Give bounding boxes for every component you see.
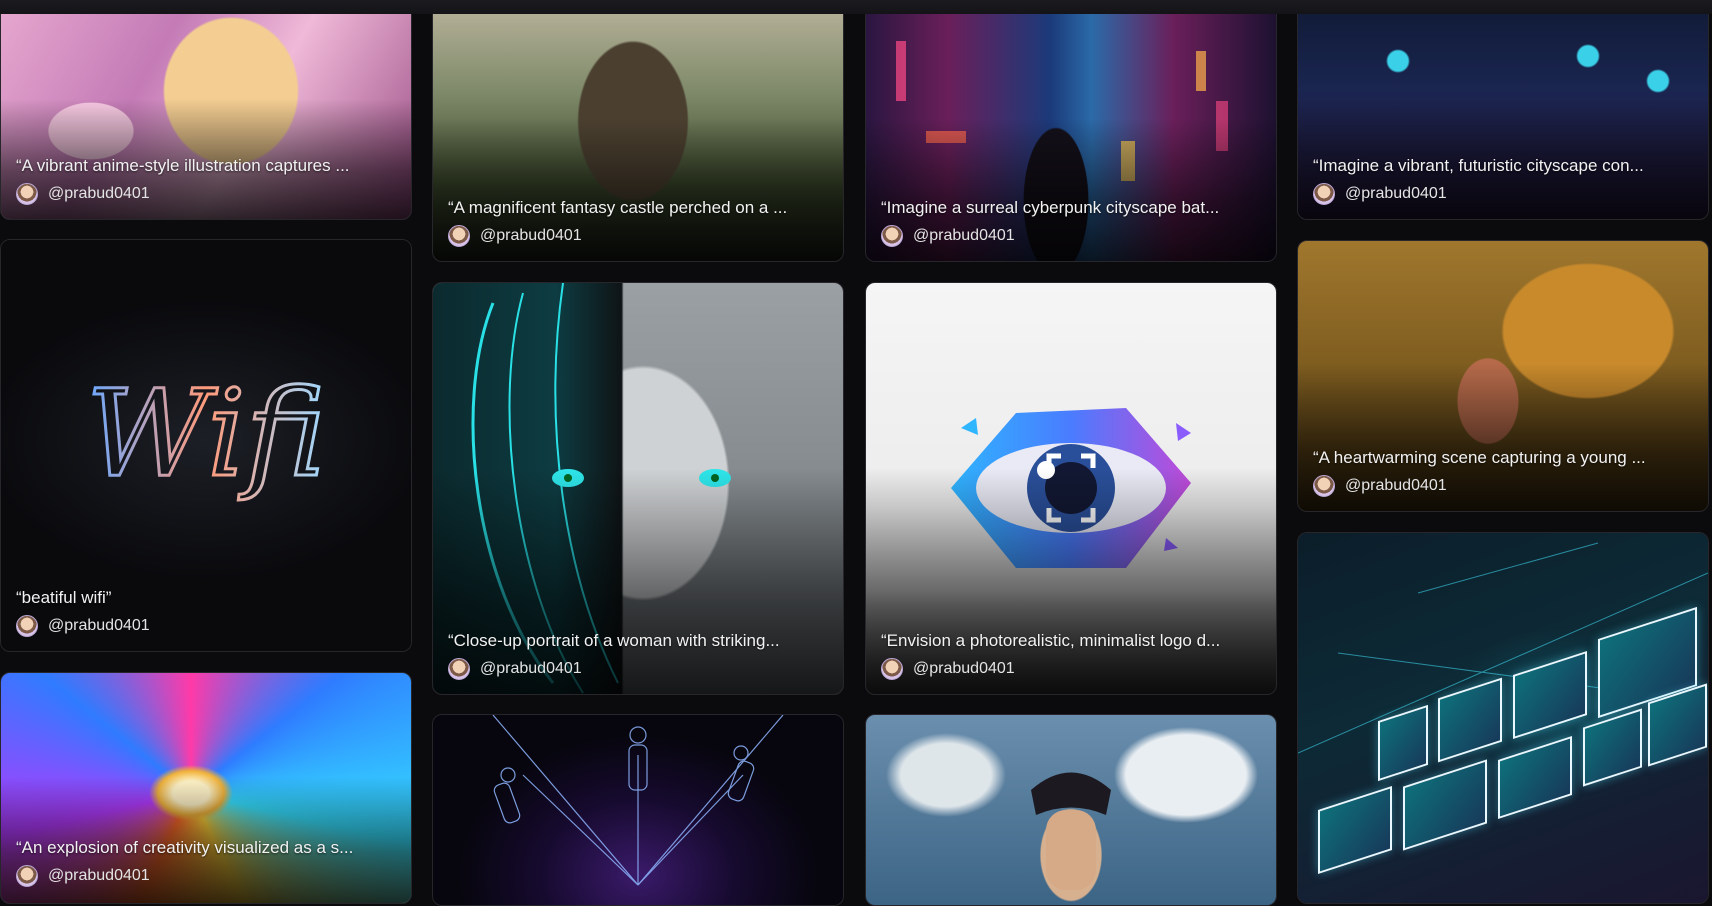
card-prompt: “Imagine a surreal cyberpunk cityscape b… (881, 198, 1220, 217)
card-prompt: “Close-up portrait of a woman with strik… (448, 631, 780, 650)
card-author[interactable]: @prabud0401 (16, 615, 399, 637)
card-prompt: “An explosion of creativity visualized a… (16, 838, 354, 857)
card-prompt: “beatiful wifi” (16, 588, 112, 607)
top-bar (0, 0, 1712, 14)
author-handle: @prabud0401 (1345, 477, 1447, 494)
card-image (866, 715, 1276, 905)
author-handle: @prabud0401 (480, 227, 582, 244)
gallery-card-explosion[interactable]: “An explosion of creativity visualized a… (0, 672, 412, 904)
avatar (448, 225, 470, 247)
card-author[interactable]: @prabud0401 (1313, 183, 1696, 205)
card-author[interactable]: @prabud0401 (16, 865, 399, 887)
author-handle: @prabud0401 (48, 185, 150, 202)
card-author[interactable]: @prabud0401 (881, 225, 1264, 247)
card-author[interactable]: @prabud0401 (16, 183, 399, 205)
gallery-card-anime[interactable]: “A vibrant anime-style illustration capt… (0, 0, 412, 220)
wireframe-figures-art (492, 715, 784, 886)
avatar (16, 183, 38, 205)
gallery-card-eye-logo[interactable]: “Envision a photorealistic, minimalist l… (865, 282, 1277, 695)
gallery-card-lion[interactable]: “A heartwarming scene capturing a young … (1297, 240, 1709, 512)
hero-portrait-art (1031, 772, 1111, 890)
gallery-card-wireframe[interactable] (432, 714, 844, 906)
gallery-card-network[interactable] (1297, 532, 1709, 904)
wifi-art-text: Wifi (86, 365, 326, 504)
avatar (881, 225, 903, 247)
gallery-card-cyberpunk[interactable]: “Imagine a surreal cyberpunk cityscape b… (865, 0, 1277, 262)
avatar (448, 658, 470, 680)
author-handle: @prabud0401 (48, 617, 150, 634)
card-prompt: “A heartwarming scene capturing a young … (1313, 448, 1646, 467)
card-prompt: “Envision a photorealistic, minimalist l… (881, 631, 1221, 650)
author-handle: @prabud0401 (1345, 185, 1447, 202)
author-handle: @prabud0401 (48, 867, 150, 884)
avatar (16, 865, 38, 887)
gallery-card-castle[interactable]: “A magnificent fantasy castle perched on… (432, 0, 844, 262)
gallery-card-portrait[interactable]: “Close-up portrait of a woman with strik… (432, 282, 844, 695)
card-image (1298, 533, 1708, 903)
card-author[interactable]: @prabud0401 (881, 658, 1264, 680)
avatar (881, 658, 903, 680)
card-prompt: “A vibrant anime-style illustration capt… (16, 156, 350, 175)
avatar (1313, 475, 1335, 497)
avatar (16, 615, 38, 637)
author-handle: @prabud0401 (480, 660, 582, 677)
card-author[interactable]: @prabud0401 (448, 225, 831, 247)
card-image (433, 715, 843, 905)
gallery-card-hero[interactable] (865, 714, 1277, 906)
author-handle: @prabud0401 (913, 227, 1015, 244)
avatar (1313, 183, 1335, 205)
card-author[interactable]: @prabud0401 (1313, 475, 1696, 497)
card-prompt: “A magnificent fantasy castle perched on… (448, 198, 788, 217)
author-handle: @prabud0401 (913, 660, 1015, 677)
card-author[interactable]: @prabud0401 (448, 658, 831, 680)
gallery-card-wifi[interactable]: Wifi “beatiful wifi” @prabud0401 (0, 239, 412, 652)
gallery-card-futuristic-city[interactable]: “Imagine a vibrant, futuristic cityscape… (1297, 0, 1709, 220)
card-prompt: “Imagine a vibrant, futuristic cityscape… (1313, 156, 1644, 175)
